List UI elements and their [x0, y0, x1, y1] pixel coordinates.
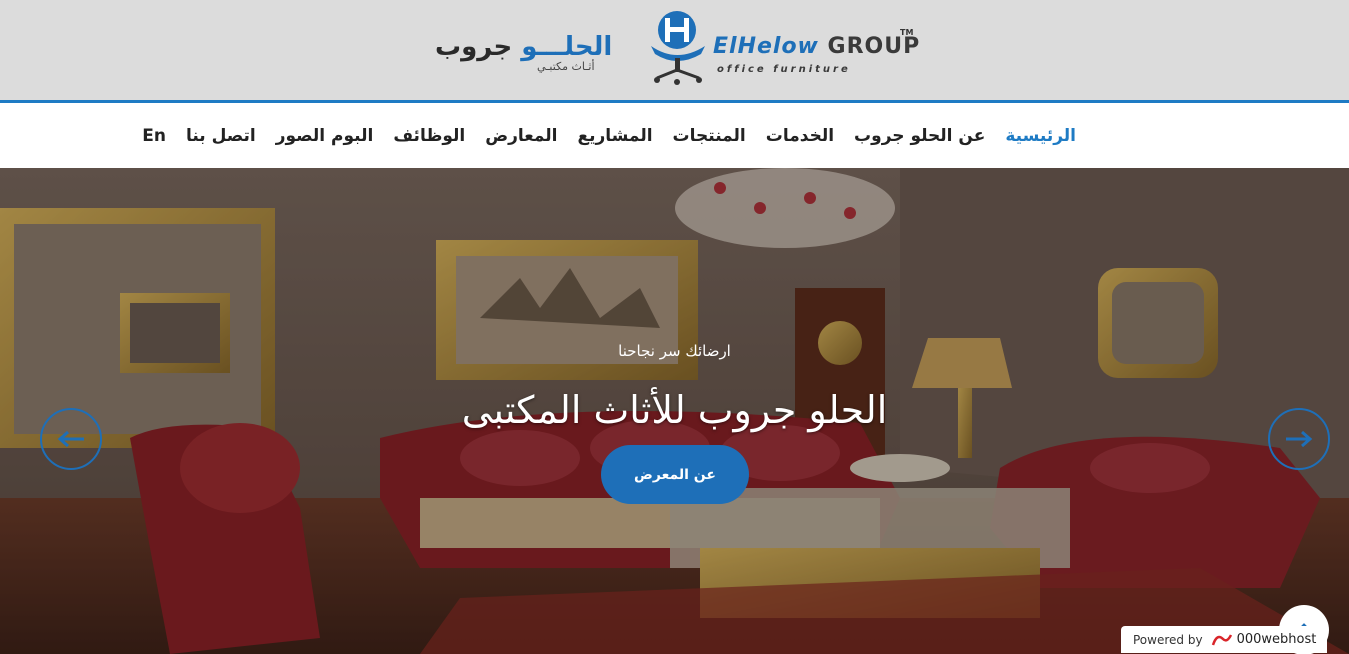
- main-nav: الرئيسية عن الحلو جروب الخدمات المنتجات …: [0, 103, 1349, 168]
- hero-subtitle: ارضائك سر نجاحنا: [618, 342, 731, 360]
- powered-by-label: Powered by: [1133, 632, 1203, 647]
- logo-arabic-name: الحلـــو جروب: [435, 32, 612, 62]
- nav-item-projects[interactable]: المشاريع: [577, 126, 652, 146]
- nav-item-gallery[interactable]: البوم الصور: [276, 126, 374, 146]
- arrow-right-icon: [1286, 430, 1313, 448]
- office-chair-logo-icon: [651, 11, 705, 85]
- logo-english-subtitle: office furniture: [717, 64, 851, 75]
- hero-slider: ارضائك سر نجاحنا الحلو جروب للأثاث المكت…: [0, 168, 1349, 654]
- logo-english-part1: ElHelow: [713, 34, 819, 59]
- nav-item-about[interactable]: عن الحلو جروب: [854, 126, 985, 146]
- header: الحلـــو جروب أثـاث مكتبـي ElHelow GROUP…: [0, 0, 1349, 100]
- logo-english-name: ElHelow GROUP: [713, 34, 920, 59]
- logo-arabic-subtitle: أثـاث مكتبـي: [537, 60, 595, 73]
- arrow-left-icon: [57, 430, 84, 448]
- nav-item-home[interactable]: الرئيسية: [1005, 126, 1076, 146]
- site-logo[interactable]: الحلـــو جروب أثـاث مكتبـي ElHelow GROUP…: [435, 8, 919, 86]
- slider-prev-button[interactable]: [40, 408, 102, 470]
- nav-item-contact[interactable]: اتصل بنا: [186, 126, 256, 146]
- logo-arabic-part2: جروب: [435, 32, 522, 62]
- logo-arabic-part1: الحلـــو: [521, 32, 613, 62]
- logo-english-part2: GROUP: [818, 34, 921, 59]
- webhost-logo-icon: [1211, 633, 1232, 645]
- powered-by-badge[interactable]: Powered by 000webhost: [1121, 626, 1327, 653]
- powered-by-brand: 000webhost: [1236, 632, 1317, 647]
- hero-cta-button[interactable]: عن المعرض: [601, 445, 749, 504]
- nav-list: الرئيسية عن الحلو جروب الخدمات المنتجات …: [142, 103, 1076, 168]
- nav-item-products[interactable]: المنتجات: [673, 126, 746, 146]
- trademark-mark: TM: [900, 28, 914, 37]
- nav-item-language[interactable]: En: [142, 126, 166, 146]
- hero-title: الحلو جروب للأثاث المكتبى: [461, 388, 888, 432]
- nav-item-jobs[interactable]: الوظائف: [393, 126, 465, 146]
- nav-item-services[interactable]: الخدمات: [766, 126, 834, 146]
- nav-item-exhibitions[interactable]: المعارض: [485, 126, 557, 146]
- slider-next-button[interactable]: [1268, 408, 1330, 470]
